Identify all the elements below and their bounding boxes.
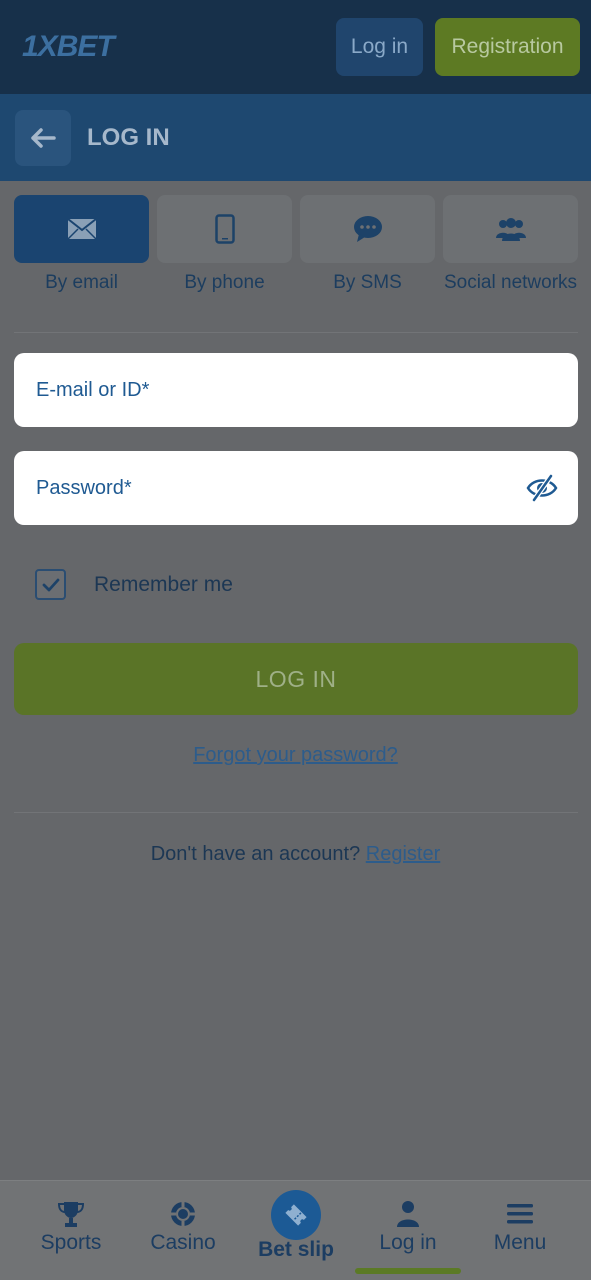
divider [14,332,578,333]
menu-icon [507,1204,533,1224]
nav-label: Sports [40,1231,102,1254]
tab-social-networks[interactable]: Social networks [443,195,578,294]
tab-by-email[interactable]: By email [14,195,149,294]
tab-label: By email [45,272,118,293]
top-bar: 1XBET Log in Registration [0,0,591,94]
forgot-password-link: Forgot your password? [0,744,591,767]
check-icon [42,578,59,591]
tab-label: Social networks [443,272,578,293]
register-link[interactable]: Register [366,843,440,865]
envelope-icon [66,218,97,240]
tab-by-phone[interactable]: By phone [157,195,292,294]
nav-label: Bet slip [258,1238,334,1261]
divider [14,812,578,813]
bottom-nav: Sports Casino Bet slip Log in Menu [0,1180,591,1280]
signup-prompt-text: Don't have an account? [150,843,361,865]
trophy-icon [57,1202,85,1227]
remember-label: Remember me [94,573,233,596]
nav-label: Log in [379,1231,437,1254]
nav-label: Casino [150,1231,216,1254]
casino-chip-icon [171,1202,195,1226]
tab-label: By phone [184,272,265,293]
header-login-button[interactable]: Log in [336,18,423,76]
email-field[interactable]: E-mail or ID* [14,353,578,427]
login-method-tabs: By email By phone By SMS Social networks [14,195,578,325]
page-title: LOG IN [87,124,170,151]
phone-icon [214,214,235,244]
user-icon [397,1201,419,1227]
tab-by-sms[interactable]: By SMS [300,195,435,294]
nav-item-bet-slip[interactable]: Bet slip [237,1181,355,1280]
back-button[interactable] [15,110,71,166]
arrow-left-icon [31,128,56,148]
nav-item-log-in[interactable]: Log in [349,1181,467,1280]
nav-item-menu[interactable]: Menu [461,1181,579,1280]
eye-slash-icon[interactable] [526,473,558,503]
brand-logo[interactable]: 1XBET [22,30,115,64]
users-icon [495,218,526,241]
email-placeholder: E-mail or ID* [36,379,150,401]
forgot-password-text[interactable]: Forgot your password? [193,744,398,766]
nav-label: Menu [493,1231,547,1254]
nav-item-casino[interactable]: Casino [124,1181,242,1280]
chat-icon [353,216,382,242]
header-registration-button[interactable]: Registration [435,18,580,76]
nav-item-sports[interactable]: Sports [12,1181,130,1280]
password-placeholder: Password* [36,477,132,499]
active-tab-indicator [355,1268,461,1274]
remember-checkbox[interactable] [35,569,66,600]
ticket-icon [285,1204,307,1226]
signup-prompt: Don't have an account? Register [0,843,591,866]
login-submit-button[interactable]: LOG IN [14,643,578,715]
tab-label: By SMS [333,272,402,293]
page-header: LOG IN [0,94,591,181]
password-field[interactable]: Password* [14,451,578,525]
